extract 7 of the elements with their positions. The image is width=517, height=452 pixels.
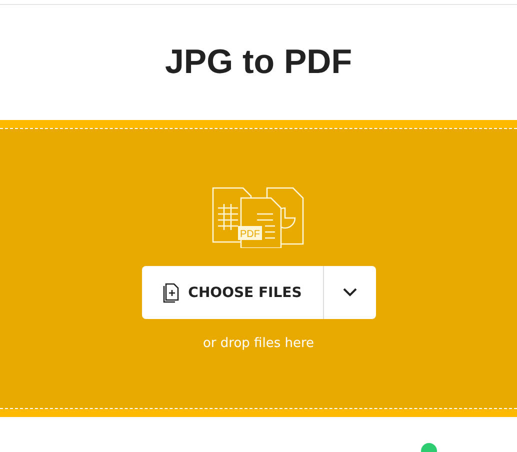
drop-hint: or drop files here (202, 336, 314, 351)
dropdown-button[interactable] (322, 266, 376, 319)
page-title: JPG to PDF (164, 42, 354, 83)
chevron-down-icon (342, 288, 356, 297)
add-file-icon (162, 282, 180, 302)
drop-zone[interactable]: PDF CHOOSE FILES or drop files here (0, 120, 517, 417)
choose-files-button[interactable]: CHOOSE FILES (142, 266, 322, 319)
